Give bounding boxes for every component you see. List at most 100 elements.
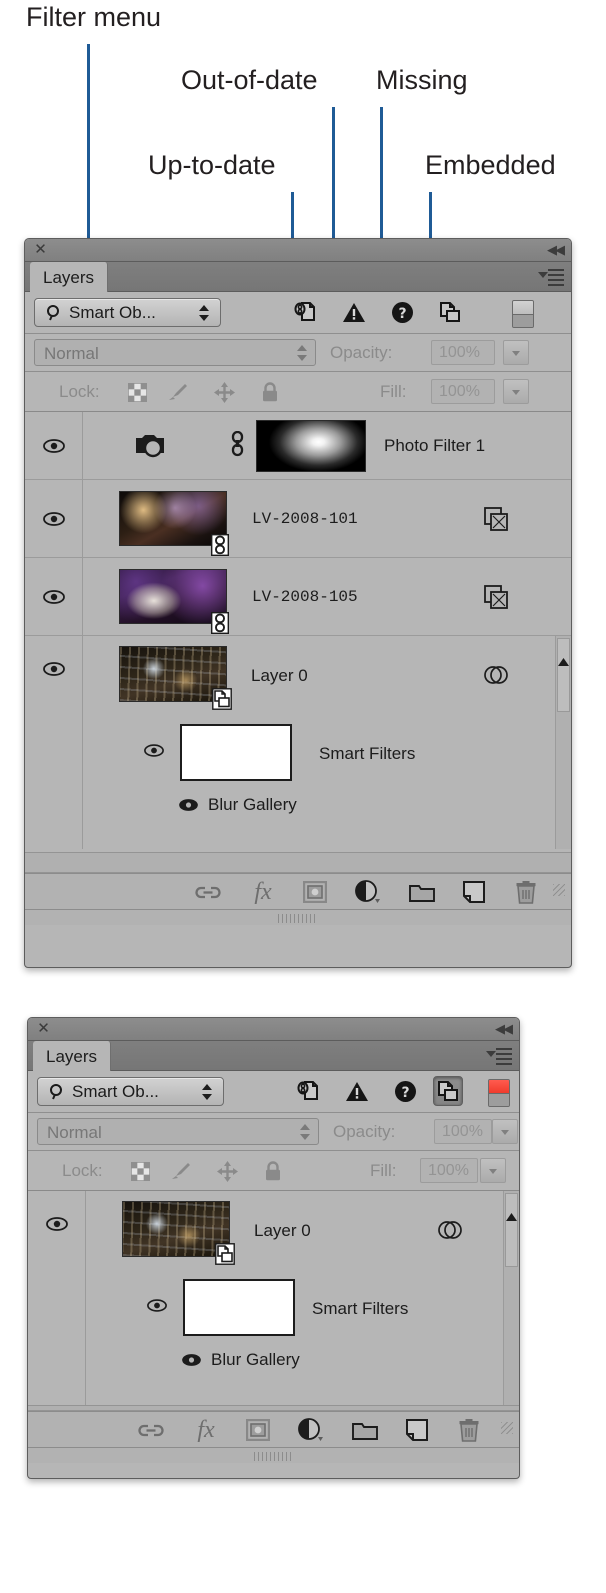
- new-group-folder-icon[interactable]: [409, 880, 435, 904]
- layers-scrollbar[interactable]: [555, 636, 571, 849]
- eye-icon: [182, 1354, 201, 1366]
- layer-mask-thumbnail[interactable]: [256, 420, 366, 472]
- panel-menu-icon[interactable]: [538, 269, 564, 286]
- add-layer-style-fx-icon[interactable]: fx: [193, 1418, 219, 1442]
- smart-filter-name[interactable]: Blur Gallery: [208, 795, 297, 815]
- embedded-icon[interactable]: [435, 297, 465, 327]
- layer-name[interactable]: Photo Filter 1: [384, 436, 485, 456]
- collapse-double-arrow-icon[interactable]: ◀◀: [547, 243, 565, 256]
- lock-position-move-icon[interactable]: [215, 1159, 239, 1183]
- new-fill-adjustment-layer-icon[interactable]: [355, 880, 381, 904]
- panel-resize-grip[interactable]: [553, 884, 565, 896]
- layer-visibility-toggle[interactable]: [25, 636, 83, 849]
- fill-dropdown-button[interactable]: [480, 1158, 506, 1183]
- delete-layer-trash-icon[interactable]: [456, 1418, 482, 1442]
- layers-panel-top[interactable]: ✕ ◀◀ Layers Smart Ob... ? Normal Opacity…: [24, 238, 572, 968]
- tab-layers[interactable]: Layers: [33, 1041, 112, 1071]
- embedded-icon[interactable]: [433, 1076, 463, 1106]
- layer-visibility-toggle[interactable]: [28, 1191, 86, 1405]
- table-row[interactable]: LV-2008-105: [25, 558, 571, 636]
- lock-transparent-pixels-icon[interactable]: [128, 1159, 152, 1183]
- layer-thumbnail[interactable]: [122, 1201, 230, 1257]
- delete-layer-trash-icon[interactable]: [513, 880, 539, 904]
- close-icon[interactable]: ✕: [37, 1021, 50, 1036]
- lock-position-move-icon[interactable]: [212, 380, 236, 404]
- smart-filters-visibility-toggle[interactable]: [144, 744, 164, 757]
- toggle-bottom-half: [489, 1093, 509, 1106]
- out-of-date-warning-icon[interactable]: [339, 297, 369, 327]
- layer-thumbnail[interactable]: [119, 646, 227, 702]
- opacity-field[interactable]: 100%: [431, 340, 495, 365]
- new-group-folder-icon[interactable]: [352, 1418, 378, 1442]
- up-down-arrows-icon[interactable]: [297, 344, 307, 362]
- filter-menu[interactable]: Smart Ob...: [34, 298, 221, 327]
- lock-image-pixels-brush-icon[interactable]: [165, 380, 189, 404]
- blur-gallery-visibility-toggle[interactable]: [182, 1354, 201, 1366]
- table-row[interactable]: Layer 0 Smart Filters Blur Gallery: [28, 1191, 519, 1405]
- link-layers-icon[interactable]: [195, 880, 221, 904]
- tab-layers[interactable]: Layers: [30, 262, 109, 292]
- layers-scrollbar-thumb[interactable]: [505, 1193, 518, 1267]
- lock-all-padlock-icon[interactable]: [261, 1159, 285, 1183]
- opacity-field[interactable]: 100%: [434, 1119, 492, 1144]
- fill-field[interactable]: 100%: [420, 1158, 478, 1183]
- panel-titlebar: ✕ ◀◀: [25, 239, 571, 262]
- mask-link-icon[interactable]: [230, 431, 245, 457]
- layer-name[interactable]: LV-2008-101: [252, 510, 358, 528]
- close-icon[interactable]: ✕: [34, 242, 47, 257]
- new-layer-icon[interactable]: [404, 1418, 430, 1442]
- collapse-double-arrow-icon[interactable]: ◀◀: [495, 1022, 513, 1035]
- blur-gallery-visibility-toggle[interactable]: [179, 799, 198, 811]
- smart-filters-row[interactable]: Smart Filters: [87, 1271, 502, 1343]
- smart-filters-mask-thumbnail[interactable]: [180, 724, 292, 781]
- opacity-dropdown-button[interactable]: [503, 340, 529, 365]
- layer-visibility-toggle[interactable]: [25, 480, 83, 557]
- missing-question-icon[interactable]: ?: [390, 1076, 420, 1106]
- link-layers-icon[interactable]: [138, 1418, 164, 1442]
- blend-mode-select[interactable]: Normal: [34, 339, 316, 366]
- layers-panel-bottom[interactable]: ✕ ◀◀ Layers Smart Ob... ? Normal Opacity…: [27, 1017, 520, 1479]
- filter-enable-toggle[interactable]: [488, 1079, 510, 1107]
- missing-question-icon[interactable]: ?: [387, 297, 417, 327]
- filter-enable-toggle[interactable]: [512, 300, 534, 328]
- opacity-dropdown-button[interactable]: [492, 1119, 518, 1144]
- up-to-date-icon[interactable]: [294, 1076, 324, 1106]
- table-row[interactable]: LV-2008-101: [25, 480, 571, 558]
- layer-visibility-toggle[interactable]: [25, 558, 83, 635]
- add-layer-mask-icon[interactable]: [245, 1418, 271, 1442]
- layer-visibility-toggle[interactable]: [25, 412, 83, 479]
- up-down-arrows-icon[interactable]: [202, 1083, 212, 1101]
- up-down-arrows-icon[interactable]: [300, 1123, 310, 1141]
- lock-all-padlock-icon[interactable]: [258, 380, 282, 404]
- panel-bottom-grip[interactable]: [25, 909, 571, 925]
- up-down-arrows-icon[interactable]: [199, 304, 209, 322]
- add-layer-mask-icon[interactable]: [302, 880, 328, 904]
- panel-bottom-grip[interactable]: [28, 1447, 519, 1463]
- lock-image-pixels-brush-icon[interactable]: [168, 1159, 192, 1183]
- smart-filters-mask-thumbnail[interactable]: [183, 1279, 295, 1336]
- smart-filter-item[interactable]: Blur Gallery: [87, 1346, 502, 1386]
- up-to-date-icon[interactable]: [291, 297, 321, 327]
- layer-name[interactable]: LV-2008-105: [252, 588, 358, 606]
- lock-transparent-pixels-icon[interactable]: [125, 380, 149, 404]
- smart-filter-name[interactable]: Blur Gallery: [211, 1350, 300, 1370]
- smart-filter-item[interactable]: Blur Gallery: [84, 791, 554, 831]
- fill-field[interactable]: 100%: [431, 379, 495, 404]
- layers-scrollbar-thumb[interactable]: [557, 638, 570, 712]
- add-layer-style-fx-icon[interactable]: fx: [250, 880, 276, 904]
- fill-dropdown-button[interactable]: [503, 379, 529, 404]
- filter-menu[interactable]: Smart Ob...: [37, 1077, 224, 1106]
- layer-name[interactable]: Layer 0: [251, 666, 308, 686]
- panel-menu-icon[interactable]: [486, 1048, 512, 1065]
- out-of-date-warning-icon[interactable]: [342, 1076, 372, 1106]
- smart-filters-row[interactable]: Smart Filters: [84, 716, 554, 788]
- table-row[interactable]: Layer 0 Smart Filters Blur Gallery: [25, 636, 571, 849]
- table-row[interactable]: Photo Filter 1: [25, 412, 571, 480]
- panel-resize-grip[interactable]: [501, 1422, 513, 1434]
- layers-scrollbar[interactable]: [503, 1191, 519, 1405]
- smart-filters-visibility-toggle[interactable]: [147, 1299, 167, 1312]
- layer-name[interactable]: Layer 0: [254, 1221, 311, 1241]
- new-fill-adjustment-layer-icon[interactable]: [298, 1418, 324, 1442]
- new-layer-icon[interactable]: [461, 880, 487, 904]
- blend-mode-select[interactable]: Normal: [37, 1118, 319, 1145]
